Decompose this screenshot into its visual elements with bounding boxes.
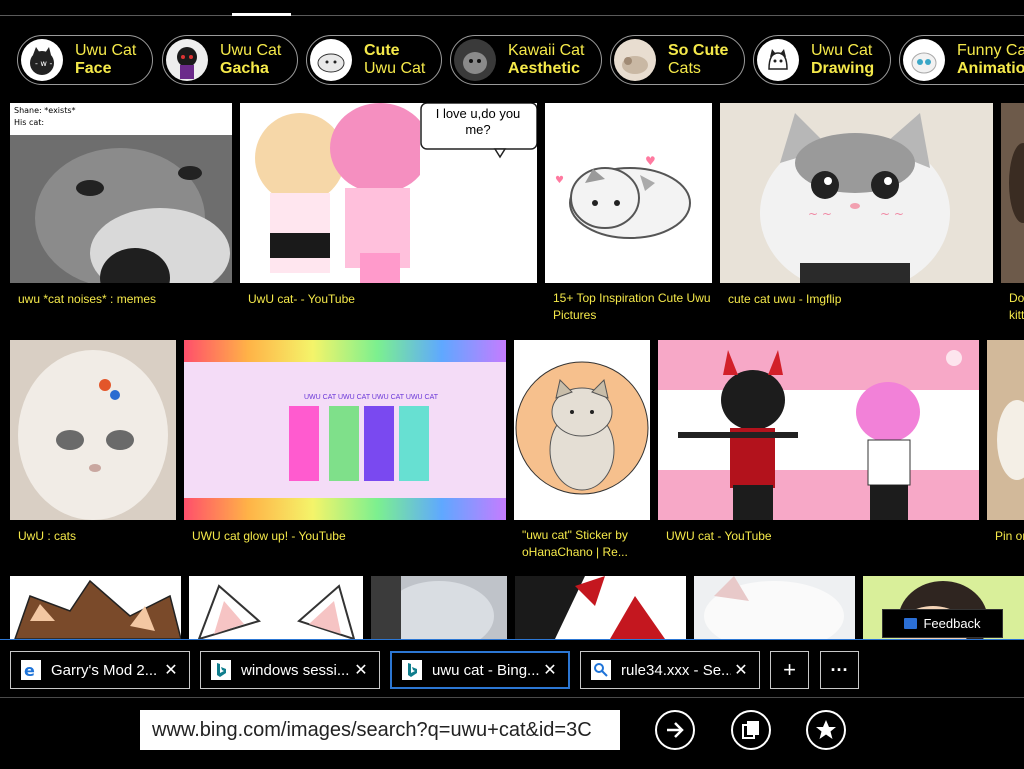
feedback-label: Feedback bbox=[923, 616, 981, 631]
meme-caption-line-2: His cat: bbox=[14, 118, 44, 127]
result-image-crying-cat-meme[interactable]: Shane: *exists* His cat: bbox=[10, 103, 232, 283]
result-caption[interactable]: 15+ Top Inspiration Cute Uwu Pictures bbox=[553, 290, 713, 324]
suggestion-chip-kawaii-cat-aesthetic[interactable]: Kawaii Cat Aesthetic bbox=[450, 35, 602, 85]
chip-line-2: Uwu Cat bbox=[364, 60, 426, 77]
top-divider bbox=[0, 15, 1024, 16]
chip-line-2: Gacha bbox=[220, 60, 269, 77]
result-image-uwu-cat-sticker[interactable] bbox=[514, 340, 650, 520]
url-input[interactable] bbox=[140, 710, 620, 750]
svg-text:♥: ♥ bbox=[555, 175, 564, 186]
chip-line-1: Uwu Cat bbox=[220, 42, 282, 59]
tab-uwu-cat-bing[interactable]: uwu cat - Bing... ✕ bbox=[390, 651, 570, 689]
arrow-right-icon bbox=[667, 722, 684, 738]
result-image-uwu-cat-glow-up[interactable]: UWU CAT UWU CAT UWU CAT UWU CAT bbox=[184, 340, 506, 520]
tab-label: uwu cat - Bing... bbox=[432, 661, 540, 679]
page-icon bbox=[591, 660, 611, 680]
bing-icon bbox=[402, 660, 422, 680]
chip-line-1: Uwu Cat bbox=[811, 42, 873, 59]
chip-thumbnail bbox=[614, 39, 656, 81]
svg-text:- w -: - w - bbox=[35, 59, 53, 68]
chip-line-2: Aesthetic bbox=[508, 60, 581, 77]
close-tab-icon[interactable]: ✕ bbox=[351, 660, 371, 680]
result-caption[interactable]: uwu *cat noises* : memes bbox=[18, 291, 232, 308]
suggestion-chip-uwu-cat-drawing[interactable]: Uwu Cat Drawing bbox=[753, 35, 891, 85]
close-tab-icon[interactable]: ✕ bbox=[161, 660, 181, 680]
suggestion-chip-cute-uwu-cat[interactable]: Cute Uwu Cat bbox=[306, 35, 442, 85]
meme-caption-line-1: Shane: *exists* bbox=[14, 106, 76, 115]
speech-bubble-text: I love u,do you me? bbox=[435, 106, 521, 137]
result-caption[interactable]: UWU cat - YouTube bbox=[666, 528, 979, 545]
result-image-row3-4[interactable] bbox=[515, 576, 686, 639]
chip-thumbnail: - w - bbox=[21, 39, 63, 81]
result-image-partial[interactable] bbox=[1001, 103, 1024, 283]
suggestion-chip-uwu-cat-gacha[interactable]: Uwu Cat Gacha bbox=[162, 35, 298, 85]
more-tabs-button[interactable]: ··· bbox=[820, 651, 859, 689]
chip-line-1: Uwu Cat bbox=[75, 42, 137, 59]
chip-thumbnail bbox=[454, 39, 496, 81]
tabs-button[interactable] bbox=[731, 710, 771, 750]
suggestion-chip-funny-cat-animation[interactable]: Funny CatAnimation bbox=[899, 35, 1024, 85]
chip-thumbnail bbox=[757, 39, 799, 81]
tab-rule34[interactable]: rule34.xxx - Se... ✕ bbox=[580, 651, 760, 689]
result-caption[interactable]: cute cat uwu - Imgflip bbox=[728, 291, 993, 308]
address-bar bbox=[0, 697, 1024, 769]
result-image-kitten-face[interactable]: ~ ~ ~ ~ bbox=[720, 103, 993, 283]
result-image-gacha-cats[interactable]: I love u,do you me? bbox=[240, 103, 537, 283]
close-tab-icon[interactable]: ✕ bbox=[540, 660, 560, 680]
chip-thumbnail bbox=[310, 39, 352, 81]
thumbnail-banner-text: UWU CAT UWU CAT UWU CAT UWU CAT bbox=[304, 394, 439, 401]
bing-icon bbox=[211, 660, 231, 680]
ie-icon: e bbox=[21, 660, 41, 680]
svg-text:~ ~: ~ ~ bbox=[880, 207, 904, 221]
chip-line-1: Funny Cat bbox=[957, 42, 1024, 59]
new-tab-button[interactable]: + bbox=[770, 651, 809, 689]
result-caption[interactable]: Do kitt bbox=[1009, 290, 1024, 324]
result-image-row3-5[interactable] bbox=[694, 576, 855, 639]
result-image-cute-cartoon-cat[interactable]: ♥ ♥ bbox=[545, 103, 712, 283]
go-button[interactable] bbox=[655, 710, 695, 750]
active-tab-indicator bbox=[232, 13, 291, 16]
svg-text:♥: ♥ bbox=[645, 154, 656, 168]
chip-line-1: Cute bbox=[364, 42, 400, 59]
tab-label: rule34.xxx - Se... bbox=[621, 661, 731, 679]
chip-line-1: So Cute bbox=[668, 42, 729, 59]
suggestion-chip-so-cute-cats[interactable]: So Cute Cats bbox=[610, 35, 745, 85]
star-icon bbox=[816, 720, 836, 739]
favorites-button[interactable] bbox=[806, 710, 846, 750]
tab-label: windows sessi... bbox=[241, 661, 350, 679]
result-image-row3-2[interactable] bbox=[189, 576, 363, 639]
close-tab-icon[interactable]: ✕ bbox=[731, 660, 751, 680]
tab-windows-session[interactable]: windows sessi... ✕ bbox=[200, 651, 380, 689]
chip-thumbnail bbox=[166, 39, 208, 81]
result-caption[interactable]: UwU cat- - YouTube bbox=[248, 291, 538, 308]
result-image-partial[interactable] bbox=[987, 340, 1024, 520]
tab-garrys-mod[interactable]: e Garry's Mod 2... ✕ bbox=[10, 651, 190, 689]
svg-text:e: e bbox=[24, 661, 35, 680]
suggestion-chip-uwu-cat-face[interactable]: - w - Uwu Cat Face bbox=[17, 35, 153, 85]
chip-line-2: Face bbox=[75, 60, 112, 77]
chip-line-2: Drawing bbox=[811, 60, 875, 77]
result-image-fluffy-kitten[interactable] bbox=[10, 340, 176, 520]
chip-line-2: Animation bbox=[957, 60, 1024, 77]
result-image-row3-1[interactable] bbox=[10, 576, 181, 639]
tab-label: Garry's Mod 2... bbox=[51, 661, 158, 679]
tab-bar: e Garry's Mod 2... ✕ windows sessi... ✕ … bbox=[0, 639, 1024, 698]
result-caption[interactable]: UWU cat glow up! - YouTube bbox=[192, 528, 506, 545]
feedback-icon bbox=[904, 618, 918, 629]
result-caption[interactable]: UwU : cats bbox=[18, 528, 176, 545]
result-image-uwu-cat-youtube[interactable] bbox=[658, 340, 979, 520]
result-caption[interactable]: Pin on bbox=[995, 528, 1024, 545]
svg-text:~ ~: ~ ~ bbox=[808, 207, 832, 221]
chip-thumbnail bbox=[903, 39, 945, 81]
result-caption[interactable]: "uwu cat" Sticker by oHanaChano | Re... bbox=[522, 527, 650, 561]
tabs-icon bbox=[742, 721, 759, 739]
feedback-button[interactable]: Feedback bbox=[882, 609, 1003, 638]
result-image-row3-3[interactable] bbox=[371, 576, 507, 639]
chip-line-1: Kawaii Cat bbox=[508, 42, 585, 59]
chip-line-2: Cats bbox=[668, 60, 701, 77]
